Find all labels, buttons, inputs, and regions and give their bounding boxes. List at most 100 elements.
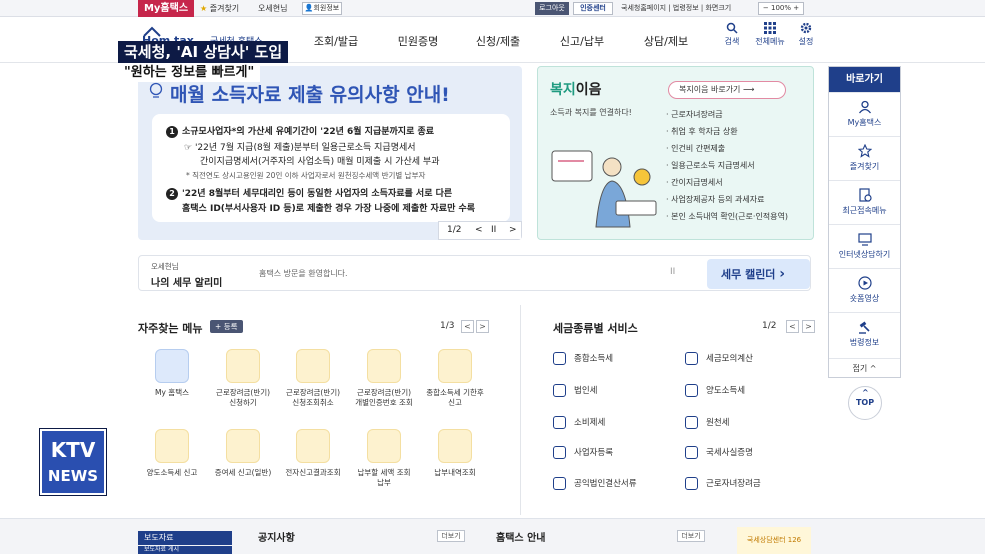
quick-favorites[interactable]: 즐겨찾기 [829,136,900,180]
nav-apply-submit[interactable]: 신청/제출 [468,33,528,49]
service-item[interactable]: 소비제세 [553,416,605,429]
quick-links-panel: 바로가기 My홈택스 즐겨찾기 최근접속메뉴 인터넷상담하기 숏폼영상 법령정보… [828,66,901,378]
result-doc-icon [296,429,330,463]
tax-calendar-button[interactable]: 세무 캘린더 › [707,259,810,289]
scroll-top-button[interactable]: ^ TOP [848,386,882,420]
fav-my-hometax[interactable]: My 홈택스 [143,349,201,398]
hometax-info-title: 홈택스 안내 [496,533,546,544]
receipt-icon [438,429,472,463]
service-item[interactable]: 국세사실증명 [685,446,753,459]
cert-center-button[interactable]: 인증센터 [573,2,613,15]
welfare-item[interactable]: · 근로자녀장려금 [666,109,723,120]
service-item[interactable]: 근로자녀장려금 [685,477,761,490]
banner-pause-button[interactable]: II [491,222,496,239]
notice-more-button[interactable]: 더보기 [437,530,465,542]
full-menu-button[interactable]: 전체메뉴 [750,22,790,47]
quick-my-hometax[interactable]: My홈택스 [829,92,900,136]
favorites-link[interactable]: ★ 즐겨찾기 [200,0,239,17]
fav-item[interactable]: 양도소득세 신고 [143,429,201,478]
service-item[interactable]: 종합소득세 [553,352,613,365]
my-hometax-tab[interactable]: My홈택스 [138,0,194,17]
top-links[interactable]: 국세청홈페이지 | 법령정보 | 화면크기 [621,0,731,17]
banner-item-2-line2: 홈택스 ID(부서사용자 ID 등)로 제출한 경우 가장 나중에 제출한 자료… [182,204,476,214]
search-button[interactable]: 검색 [712,22,752,47]
favorites-prev-button[interactable]: < [461,320,474,333]
zoom-control[interactable]: − 100% + [758,2,804,15]
quick-online-consult[interactable]: 인터넷상담하기 [829,224,900,268]
welfare-item[interactable]: · 인건비 간편제출 [666,143,725,154]
person-icon [553,446,566,459]
alert-message: 홈택스 방문을 환영합니다. [259,269,348,278]
play-icon [857,276,872,290]
nav-consult-report[interactable]: 상담/제보 [636,33,696,49]
banner-prev-button[interactable]: < [475,222,483,239]
welfare-link-button[interactable]: 복지이음 바로가기 ⟶ [668,81,786,99]
gift-doc-icon [226,429,260,463]
service-item[interactable]: 사업자등록 [553,446,613,459]
welfare-item[interactable]: · 취업 후 학자금 상환 [666,126,738,137]
consult-center-promo[interactable]: 국세상담센터 126 [737,527,811,554]
section-divider [520,305,521,515]
quick-shortform-video[interactable]: 숏폼영상 [829,268,900,312]
quick-links-header: 바로가기 [829,67,900,92]
nav-civil-cert[interactable]: 민원증명 [388,33,448,49]
fav-item[interactable]: 근로장려금(반기) 개별인증번호 조회 [355,349,413,408]
welfare-item[interactable]: · 간이지급명세서 [666,177,723,188]
quick-law-info[interactable]: 법령정보 [829,312,900,356]
welfare-item[interactable]: · 일용근로소득 지급명세서 [666,160,755,171]
monitor-icon [857,233,872,246]
fav-item[interactable]: 종합소득세 기한후신고 [426,349,484,408]
logout-button[interactable]: 로그아웃 [535,2,569,15]
people-icon [553,352,566,365]
fav-item[interactable]: 납부할 세액 조회납부 [355,429,413,488]
service-item[interactable]: 양도소득세 [685,384,745,397]
fav-item[interactable]: 증여세 신고(일반) [214,429,272,478]
favorite-menu-title: 자주찾는 메뉴 [138,322,203,335]
banner-item-1-sub1: ☞ '22년 7월 지급(8월 제출)분부터 일용근로소득 지급명세서 [184,143,416,153]
nav-report-pay[interactable]: 신고/납부 [552,33,612,49]
banner-title: 매월 소득자료 제출 유의사항 안내! [170,84,450,106]
banner-item-2: 2'22년 8월부터 세무대리인 등이 동일한 사업자의 소득자료를 서로 다른 [166,186,452,200]
settings-button[interactable]: 설정 [786,22,826,47]
calendar-doc-icon [438,349,472,383]
welfare-item[interactable]: · 본인 소득내역 확인(근로·인적용역) [666,211,788,222]
services-prev-button[interactable]: < [786,320,799,333]
fav-item[interactable]: 납부내역조회 [426,429,484,478]
services-next-button[interactable]: > [802,320,815,333]
service-item[interactable]: 법인세 [553,384,597,397]
banner-next-button[interactable]: > [509,222,517,239]
chevron-right-icon: › [779,266,786,282]
press-release-tab[interactable]: 보도자료 [138,531,232,545]
fav-item[interactable]: 전자신고결과조회 [284,429,342,478]
register-button[interactable]: + 등록 [210,320,243,333]
zoom-out-icon[interactable]: − [763,4,769,12]
favorites-page-indicator: 1/3 [440,321,455,331]
service-item[interactable]: 세금모의계산 [685,352,753,365]
quick-collapse-button[interactable]: 접기 ^ [829,358,900,378]
press-release-tab-2[interactable]: 보도자료 게시 [138,546,232,554]
info-more-button[interactable]: 더보기 [677,530,705,542]
welfare-subtitle: 소득과 복지를 연결하다! [550,108,632,117]
service-item[interactable]: 공익법인결산서류 [553,477,637,490]
quick-recent-menu[interactable]: 최근접속메뉴 [829,180,900,224]
pointer-hand-icon: ☞ [184,143,193,153]
arrow-right-icon: ⟶ [742,85,755,94]
zoom-in-icon[interactable]: + [793,4,799,12]
welfare-item[interactable]: · 사업장제공자 등의 과세자료 [666,194,765,205]
favorites-next-button[interactable]: > [476,320,489,333]
welfare-card[interactable]: 복지이음 소득과 복지를 연결하다! 복지이음 바로가기 ⟶ · 근로자녀장려금… [537,66,814,240]
plus-icon: + [215,322,222,331]
person-card-icon [155,349,189,383]
member-info-button[interactable]: 👤회원정보 [302,2,342,15]
person-icon [858,100,871,114]
lightbulb-icon [148,82,164,102]
service-item[interactable]: 원천세 [685,416,729,429]
main-banner[interactable]: 매월 소득자료 제출 유의사항 안내! 1 소규모사업자*의 가산세 유예기간이 … [138,66,522,240]
fav-item[interactable]: 근로장려금(반기) 신청조회취소 [284,349,342,408]
banner-item-1-note: * 직전연도 상시고용인원 20인 이하 사업자로서 원천징수세액 반기별 납부… [186,171,426,180]
banner-page-indicator: 1/2 [447,225,462,235]
alert-pause-button[interactable]: II [670,267,675,277]
fav-item[interactable]: 근로장려금(반기) 신청하기 [214,349,272,408]
nav-inquiry-issue[interactable]: 조회/발급 [306,33,366,49]
welfare-title: 복지이음 [550,82,602,98]
